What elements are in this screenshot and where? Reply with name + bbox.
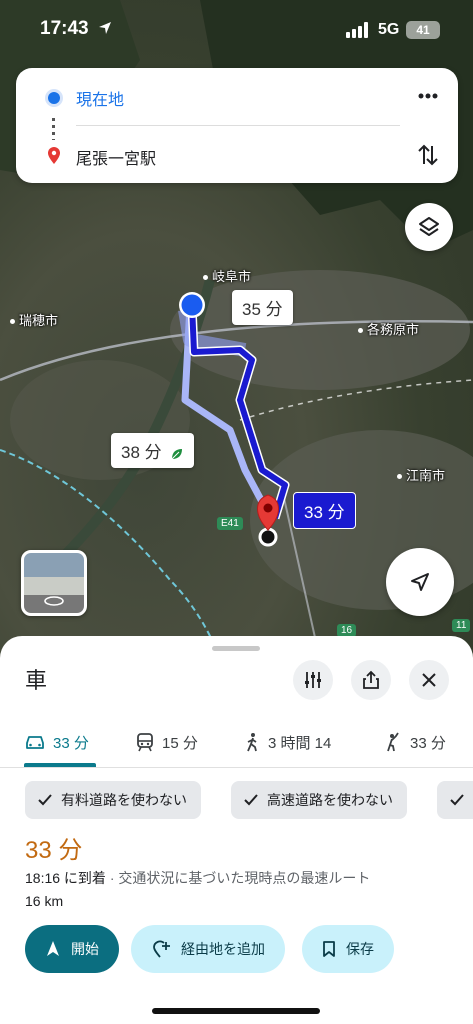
train-icon — [137, 733, 153, 752]
tune-icon — [305, 672, 321, 688]
swap-icon[interactable] — [416, 142, 440, 168]
map-label-mizuho[interactable]: 瑞穂市 — [10, 310, 58, 329]
active-tab-indicator — [24, 763, 96, 767]
map-label-gifu[interactable]: 岐阜市 — [203, 266, 251, 285]
tab-transit-label: 15 分 — [162, 734, 198, 752]
navigation-icon — [47, 941, 59, 956]
directions-sheet: 車 33 分 15 分 3 時間 14 33 分 有料道路を使わない 高速道路を… — [0, 636, 473, 1024]
sheet-title: 車 — [25, 668, 48, 693]
arrival-time: 18:16 に到着 — [25, 870, 106, 886]
route-distance: 16 km — [25, 893, 64, 909]
alt-route-bubble-1[interactable]: 35 分 — [232, 290, 293, 325]
home-indicator — [152, 1008, 320, 1014]
route-note: · 交通状況に基づいた現時点の最速ルート — [105, 870, 371, 886]
more-options-icon[interactable] — [416, 86, 440, 106]
street-view-thumbnail[interactable] — [21, 550, 87, 616]
destination-pin-icon — [48, 147, 60, 164]
more-options-chip[interactable] — [437, 781, 473, 819]
divider — [76, 125, 400, 126]
route-search-card: 現在地 尾張一宮駅 — [16, 68, 458, 183]
close-icon — [422, 673, 436, 687]
add-stop-label: 経由地を追加 — [181, 941, 265, 957]
map-label-kakamigahara[interactable]: 各務原市 — [358, 319, 419, 338]
share-icon — [363, 670, 379, 689]
battery-level: 41 — [416, 23, 430, 37]
tab-ride-hail-label: 33 分 — [410, 734, 446, 752]
car-icon — [26, 736, 44, 749]
expressway-shield: E41 — [217, 517, 243, 530]
sheet-drag-handle[interactable] — [212, 646, 260, 651]
origin-field[interactable]: 現在地 — [76, 86, 124, 110]
location-arrow-icon — [99, 22, 111, 34]
avoid-tolls-label: 有料道路を使わない — [61, 792, 187, 808]
route-duration: 33 分 — [25, 837, 83, 864]
add-stop-button[interactable]: 経由地を追加 — [131, 925, 285, 973]
route-options-button[interactable] — [293, 660, 333, 700]
navigation-arrow-icon — [411, 573, 429, 591]
layers-button[interactable] — [405, 203, 453, 251]
start-button[interactable]: 開始 — [25, 925, 119, 973]
start-label: 開始 — [71, 941, 99, 957]
eco-leaf-icon — [172, 448, 183, 459]
close-button[interactable] — [409, 660, 449, 700]
avoid-tolls-chip[interactable]: 有料道路を使わない — [25, 781, 201, 819]
share-button[interactable] — [351, 660, 391, 700]
walk-icon — [247, 733, 257, 752]
arrival-info: 18:16 に到着 · 交通状況に基づいた現時点の最速ルート — [25, 868, 370, 888]
check-icon — [244, 794, 258, 806]
save-button[interactable]: 保存 — [302, 925, 394, 973]
route-shield-11: 11 — [452, 619, 471, 632]
tab-transit[interactable]: 15 分 — [136, 718, 198, 766]
save-label: 保存 — [346, 941, 374, 957]
avoid-highways-chip[interactable]: 高速道路を使わない — [231, 781, 407, 819]
rotate-360-icon — [44, 596, 64, 606]
route-connector — [52, 118, 55, 140]
avoid-highways-label: 高速道路を使わない — [267, 792, 393, 808]
network-type: 5G — [378, 21, 400, 38]
alt-route-time-1: 35 分 — [242, 300, 283, 319]
add-location-icon — [153, 940, 170, 958]
my-location-button[interactable] — [386, 548, 454, 616]
tab-drive-label: 33 分 — [53, 734, 89, 752]
battery-icon: 41 — [406, 21, 440, 39]
status-time: 17:43 — [40, 18, 89, 39]
map-view[interactable]: 17:43 5G 41 現在地 尾張一宮駅 岐阜市 瑞穂市 各務原市 江南市 E… — [0, 0, 473, 660]
travel-mode-tabs: 33 分 15 分 3 時間 14 33 分 — [0, 718, 473, 768]
map-label-konan[interactable]: 江南市 — [397, 465, 445, 484]
tab-walk-label: 3 時間 14 — [268, 734, 332, 752]
tab-walk[interactable]: 3 時間 14 — [244, 718, 331, 766]
origin-dot-icon — [48, 92, 60, 104]
check-icon — [38, 794, 52, 806]
tab-drive[interactable]: 33 分 — [25, 718, 89, 766]
signal-icon — [346, 22, 368, 38]
layers-icon — [419, 217, 439, 236]
main-route-time: 33 分 — [304, 503, 345, 522]
main-route-bubble[interactable]: 33 分 — [293, 492, 356, 529]
alt-route-bubble-2[interactable]: 38 分 — [111, 433, 195, 468]
hail-icon — [387, 732, 399, 752]
tab-ride-hail[interactable]: 33 分 — [384, 718, 446, 766]
destination-field[interactable]: 尾張一宮駅 — [76, 145, 156, 169]
alt-route-time-2: 38 分 — [121, 443, 162, 462]
status-bar: 17:43 5G 41 — [0, 0, 473, 60]
check-icon — [450, 794, 464, 806]
bookmark-icon — [323, 941, 335, 957]
